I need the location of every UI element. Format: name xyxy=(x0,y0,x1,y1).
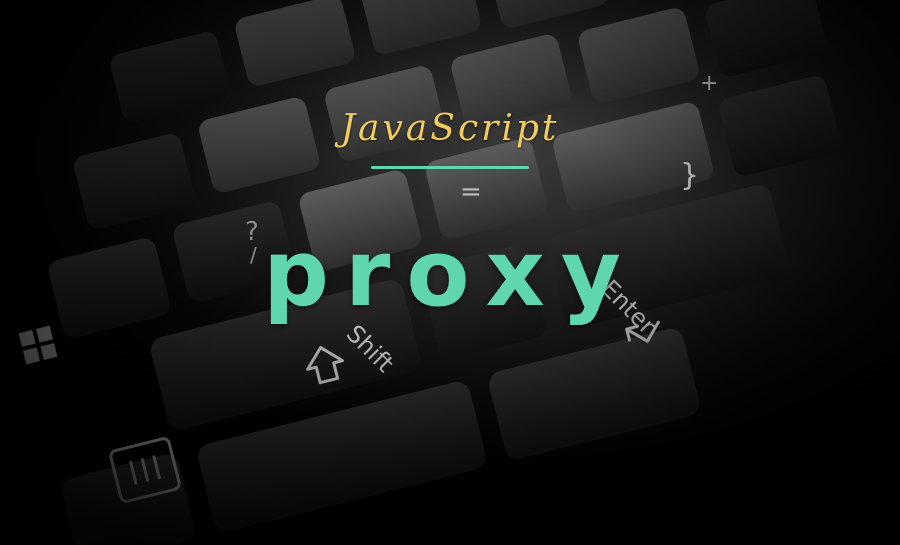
key xyxy=(235,0,355,86)
key xyxy=(706,0,826,77)
key-legend: + xyxy=(700,71,718,96)
key xyxy=(489,328,700,459)
key xyxy=(361,0,481,54)
key xyxy=(489,0,608,28)
key-legend: } xyxy=(680,158,699,193)
banner-title: proxy xyxy=(263,220,637,327)
key-legend: = xyxy=(460,177,482,207)
banner-subtitle: JavaScript xyxy=(340,108,560,149)
key xyxy=(578,8,699,103)
key xyxy=(62,454,195,545)
windows-logo-icon xyxy=(18,325,58,365)
banner-divider xyxy=(371,166,529,169)
